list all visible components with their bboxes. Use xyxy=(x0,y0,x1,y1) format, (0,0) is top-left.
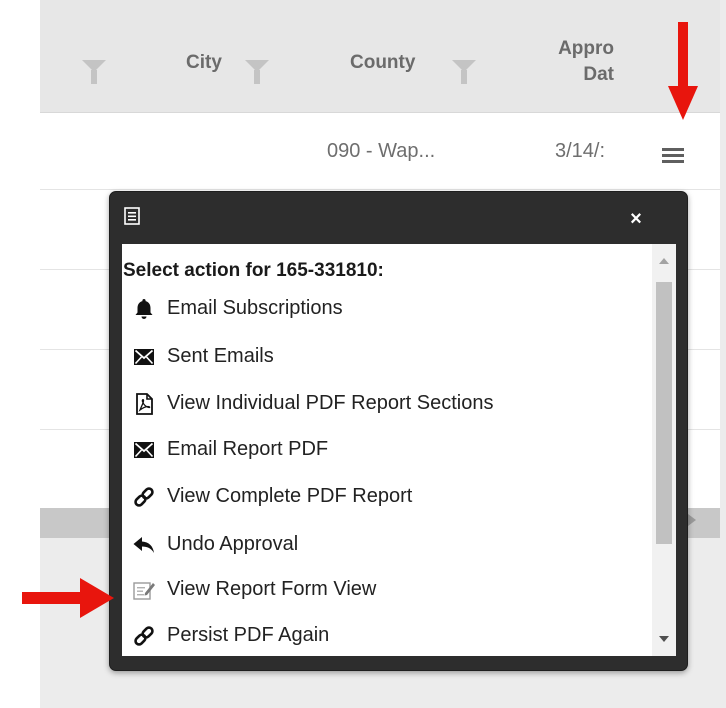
action-label: View Complete PDF Report xyxy=(167,485,413,507)
action-view-complete-pdf-report[interactable]: View Complete PDF Report xyxy=(122,476,642,516)
filter-icon[interactable] xyxy=(452,60,476,84)
scrollbar-thumb[interactable] xyxy=(656,282,672,544)
scroll-right-arrow-icon[interactable] xyxy=(688,514,696,526)
action-label: Persist PDF Again xyxy=(167,624,330,646)
document-list-icon xyxy=(124,207,140,225)
action-label: Email Subscriptions xyxy=(167,297,343,319)
action-email-report-pdf[interactable]: Email Report PDF xyxy=(122,429,642,469)
edit-form-icon xyxy=(133,582,155,600)
column-header-approval-date[interactable]: Appro Dat xyxy=(542,36,614,96)
cell-county: 090 - Wap... xyxy=(327,140,436,162)
column-header-city[interactable]: City xyxy=(186,52,222,74)
envelope-icon xyxy=(134,442,154,458)
action-label: View Individual PDF Report Sections xyxy=(167,392,494,414)
action-label: View Report Form View xyxy=(167,578,377,600)
action-label: Sent Emails xyxy=(167,345,274,367)
envelope-icon xyxy=(134,349,154,365)
cell-approval-date: 3/14/: xyxy=(555,140,606,162)
bell-icon xyxy=(135,299,153,319)
action-label: Email Report PDF xyxy=(167,438,329,460)
filter-icon[interactable] xyxy=(245,60,269,84)
link-icon xyxy=(134,487,154,507)
vertical-scrollbar[interactable] xyxy=(652,244,676,656)
grid-header: City County Appro Dat xyxy=(40,0,720,113)
popup-titlebar: × xyxy=(110,192,687,244)
hamburger-menu-icon[interactable] xyxy=(662,146,686,166)
action-view-report-form-view[interactable]: View Report Form View xyxy=(122,569,642,609)
action-view-individual-pdf-sections[interactable]: View Individual PDF Report Sections xyxy=(122,383,642,423)
close-button[interactable]: × xyxy=(625,208,647,230)
action-persist-pdf-again[interactable]: Persist PDF Again xyxy=(122,615,642,655)
action-email-subscriptions[interactable]: Email Subscriptions xyxy=(122,288,642,328)
action-label: Undo Approval xyxy=(167,533,299,555)
action-undo-approval[interactable]: Undo Approval xyxy=(122,524,642,564)
action-sent-emails[interactable]: Sent Emails xyxy=(122,336,642,376)
reply-icon xyxy=(133,537,154,553)
link-icon xyxy=(134,626,154,646)
annotation-arrow-right-icon xyxy=(22,578,114,618)
scroll-up-arrow-icon[interactable] xyxy=(659,258,669,264)
popup-heading: Select action for 165-331810: xyxy=(123,260,384,281)
row-divider xyxy=(40,189,720,190)
action-popup: × Select action for 165-331810: Email Su… xyxy=(109,191,688,671)
filter-icon[interactable] xyxy=(82,60,106,84)
pdf-icon xyxy=(136,393,153,415)
column-header-county[interactable]: County xyxy=(350,52,415,74)
scroll-down-arrow-icon[interactable] xyxy=(659,636,669,642)
popup-content: Select action for 165-331810: Email Subs… xyxy=(122,244,676,656)
annotation-arrow-down-icon xyxy=(668,22,698,120)
